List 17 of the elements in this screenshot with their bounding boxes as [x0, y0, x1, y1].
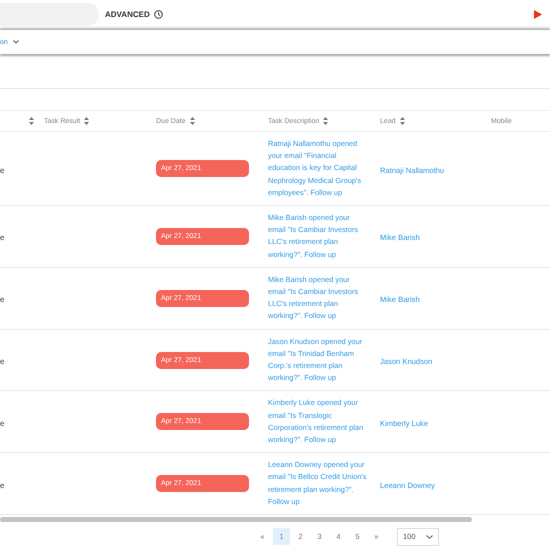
chevron-down-icon: [426, 534, 433, 538]
table-cell: e: [0, 418, 4, 428]
table-cell: e: [0, 295, 4, 304]
scrollbar-thumb[interactable]: [0, 517, 472, 522]
sort-icon[interactable]: [84, 117, 90, 125]
table-cell: e: [0, 166, 4, 174]
table-cell: e: [0, 480, 4, 490]
table-cell: e: [0, 357, 4, 366]
sort-icon[interactable]: [400, 117, 405, 125]
advanced-label[interactable]: ADVANCED: [105, 10, 150, 18]
clock-icon[interactable]: [154, 10, 163, 18]
sort-icon[interactable]: [190, 117, 195, 125]
chevron-down-icon: [12, 40, 19, 44]
play-icon[interactable]: [534, 10, 542, 18]
table-cell: e: [0, 233, 4, 242]
sort-icon[interactable]: [323, 117, 328, 125]
sort-icon[interactable]: [29, 117, 34, 125]
